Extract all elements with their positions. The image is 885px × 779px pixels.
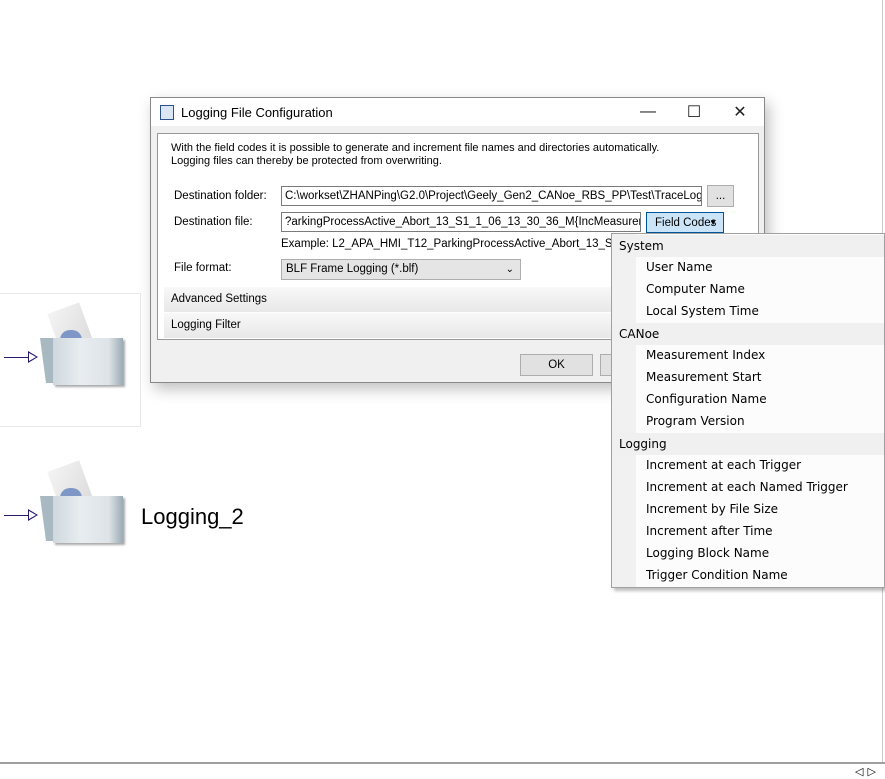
ok-button[interactable]: OK [520,354,593,376]
menu-item[interactable]: User Name [612,256,884,278]
title-bar: Logging File Configuration — ☐ ✕ [151,98,764,126]
field-codes-button[interactable]: Field Codes ▼ [646,212,724,233]
menu-item[interactable]: Increment at each Named Trigger [612,476,884,498]
arrow-head-icon [28,509,38,521]
file-format-select[interactable]: BLF Frame Logging (*.blf) ⌄ [281,259,521,280]
arrow-head-icon [28,351,38,363]
dialog-title: Logging File Configuration [181,104,333,120]
field-codes-menu: System User Name Computer Name Local Sys… [611,233,885,588]
example-text: Example: L2_APA_HMI_T12_ParkingProcessAc… [281,238,626,250]
maximize-button[interactable]: ☐ [671,98,717,126]
menu-item[interactable]: Configuration Name [612,388,884,410]
menu-item[interactable]: Increment after Time [612,520,884,542]
document-icon [160,104,174,120]
input-arrow [4,515,30,516]
minimize-button[interactable]: — [625,98,671,126]
menu-item[interactable]: Measurement Index [612,344,884,366]
menu-header-logging: Logging [612,433,884,455]
file-format-label: File format: [174,262,232,274]
description: With the field codes it is possible to g… [171,142,659,168]
menu-header-system: System [612,235,884,257]
chevron-down-icon: ⌄ [505,264,514,275]
logging-block-2[interactable] [38,460,128,545]
file-format-value: BLF Frame Logging (*.blf) [286,263,419,275]
scroll-right-icon[interactable]: ▷ [867,765,875,778]
menu-item[interactable]: Logging Block Name [612,542,884,564]
destination-file-label: Destination file: [174,216,253,228]
menu-item[interactable]: Local System Time [612,300,884,322]
menu-item[interactable]: Increment at each Trigger [612,454,884,476]
logging-block-1[interactable] [38,302,128,387]
browse-button[interactable]: ... [707,185,734,207]
menu-header-canoe: CANoe [612,323,884,345]
destination-file-input[interactable]: ?arkingProcessActive_Abort_13_S1_1_06_13… [281,212,641,232]
description-line: With the field codes it is possible to g… [171,142,660,154]
close-button[interactable]: ✕ [717,98,763,126]
scroll-left-icon[interactable]: ◁ [855,765,863,778]
menu-item[interactable]: Program Version [612,410,884,432]
destination-folder-input[interactable]: C:\workset\ZHANPing\G2.0\Project\Geely_G… [281,186,702,206]
scroll-arrows: ◁ ▷ [855,765,876,778]
horizontal-scrollbar[interactable] [0,762,885,764]
menu-item[interactable]: Computer Name [612,278,884,300]
menu-item[interactable]: Measurement Start [612,366,884,388]
input-arrow [4,357,30,358]
dropdown-arrow-icon: ▼ [709,218,717,227]
block-label: Logging_2 [141,504,244,529]
menu-item[interactable]: Increment by File Size [612,498,884,520]
field-codes-label: Field Codes [655,216,717,229]
menu-item[interactable]: Trigger Condition Name [612,564,884,586]
description-line: Logging files can thereby be protected f… [171,155,442,167]
destination-folder-label: Destination folder: [174,190,267,202]
